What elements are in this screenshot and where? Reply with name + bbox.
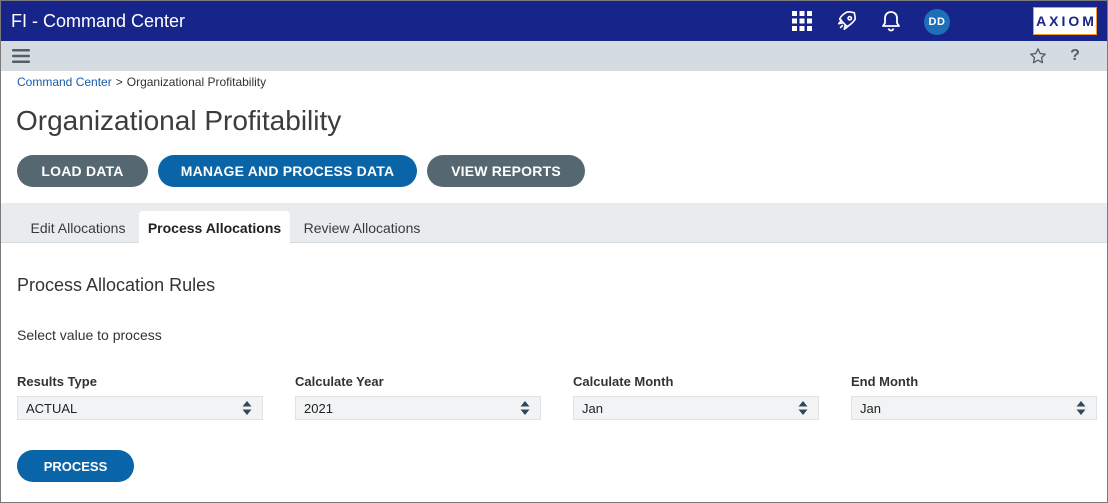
page-title: Organizational Profitability <box>16 105 342 136</box>
apps-grid-icon[interactable] <box>789 1 815 41</box>
bell-icon[interactable] <box>878 1 904 41</box>
results-type-label: Results Type <box>17 374 97 389</box>
calculate-month-label: Calculate Month <box>573 374 674 389</box>
calculate-year-select[interactable]: 2021 <box>295 396 541 420</box>
select-caret-icon <box>520 401 530 415</box>
load-data-button[interactable]: LOAD DATA <box>17 155 148 187</box>
rocket-icon[interactable] <box>834 1 860 41</box>
helper-text: Select value to process <box>17 327 162 343</box>
calculate-year-label: Calculate Year <box>295 374 384 389</box>
hamburger-menu-icon[interactable] <box>11 47 31 65</box>
user-avatar[interactable]: DD <box>924 9 950 35</box>
results-type-select[interactable]: ACTUAL <box>17 396 263 420</box>
tab-process-allocations[interactable]: Process Allocations <box>139 211 290 244</box>
tab-review-allocations[interactable]: Review Allocations <box>291 211 433 244</box>
end-month-value: Jan <box>860 400 881 416</box>
breadcrumb-link-command-center[interactable]: Command Center <box>17 75 112 89</box>
help-icon[interactable]: ? <box>1065 46 1085 66</box>
select-caret-icon <box>1076 401 1086 415</box>
view-reports-button[interactable]: VIEW REPORTS <box>427 155 585 187</box>
section-title: Process Allocation Rules <box>17 275 216 295</box>
app-window: FI - Command Center DD AXIOM ? Command C… <box>0 0 1108 503</box>
manage-and-process-data-button[interactable]: MANAGE AND PROCESS DATA <box>158 155 417 187</box>
breadcrumb-separator: > <box>115 75 123 89</box>
end-month-label: End Month <box>851 374 919 389</box>
calculate-month-select[interactable]: Jan <box>573 396 819 420</box>
breadcrumb-current: Organizational Profitability <box>126 75 267 89</box>
breadcrumb: Command Center > Organizational Profitabil… <box>17 75 266 89</box>
select-caret-icon <box>798 401 808 415</box>
tab-bar: Edit Allocations Process Allocations Rev… <box>1 203 1107 244</box>
app-title: FI - Command Center <box>11 11 186 31</box>
brand-logo: AXIOM <box>1033 7 1097 35</box>
star-icon[interactable] <box>1027 46 1049 66</box>
select-caret-icon <box>242 401 252 415</box>
tab-edit-allocations[interactable]: Edit Allocations <box>17 211 139 244</box>
calculate-month-value: Jan <box>582 400 603 416</box>
process-button[interactable]: PROCESS <box>17 450 134 482</box>
calculate-year-value: 2021 <box>304 400 333 416</box>
secondary-toolbar: ? <box>1 41 1107 71</box>
top-bar: FI - Command Center DD AXIOM <box>1 1 1107 41</box>
results-type-value: ACTUAL <box>26 400 78 416</box>
end-month-select[interactable]: Jan <box>851 396 1097 420</box>
